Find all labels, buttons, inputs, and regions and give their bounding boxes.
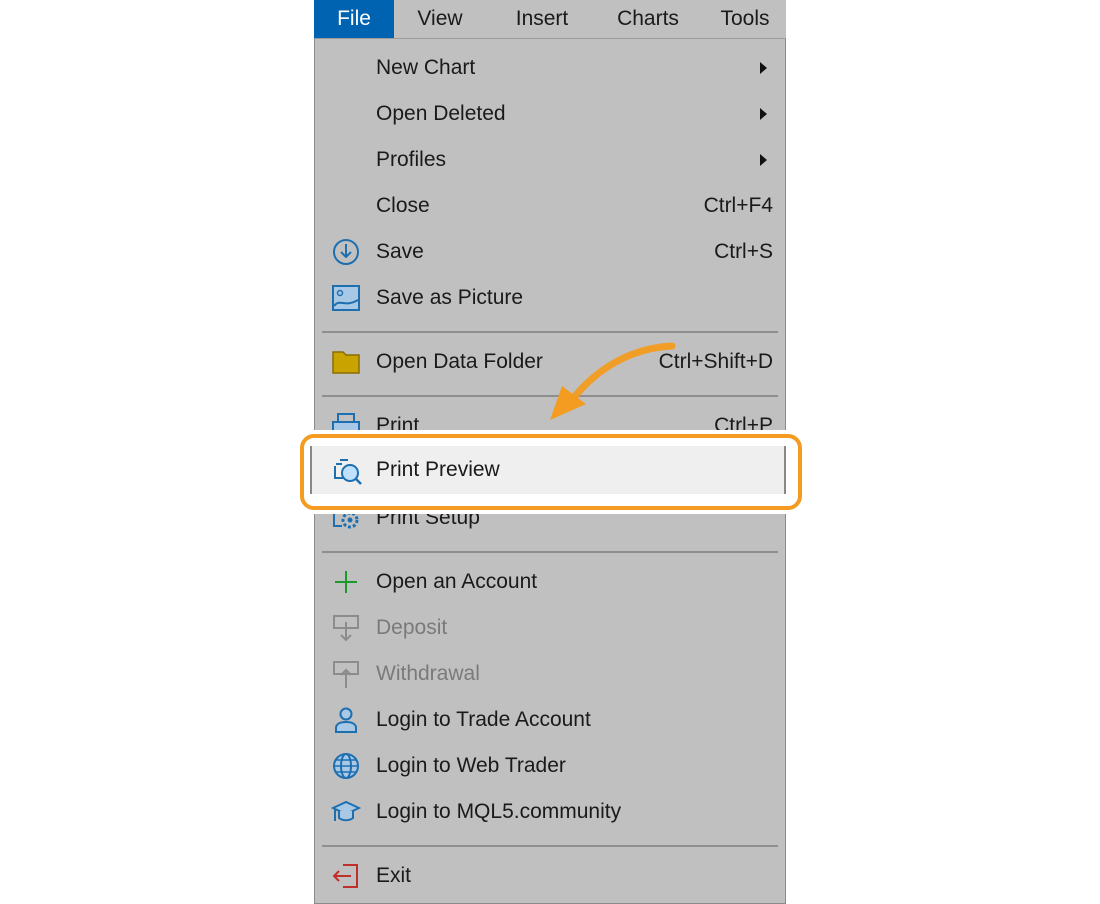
picture-icon [331,284,361,312]
menu-item-label: Exit [376,864,412,887]
menubar-item-charts[interactable]: Charts [599,0,697,38]
menu-item-label: Profiles [376,148,447,171]
exit-icon [331,862,361,890]
menu-bar: File View Insert Charts Tools [314,0,786,38]
menu-item-label: Open an Account [376,570,538,593]
menu-item-print-preview[interactable]: Print Preview [310,446,786,494]
menu-item-open-an-account[interactable]: Open an Account [315,559,785,605]
folder-icon [331,348,361,376]
menu-item-new-chart[interactable]: New Chart [315,45,785,91]
menu-item-label: Save as Picture [376,286,524,309]
menu-item-open-deleted[interactable]: Open Deleted [315,91,785,137]
menu-item-deposit[interactable]: Deposit [315,605,785,651]
menu-item-label: Save [376,240,424,263]
shortcut-label: Ctrl+F4 [703,194,773,217]
menu-item-withdrawal[interactable]: Withdrawal [315,651,785,697]
menu-item-label: Print Preview [376,458,500,481]
menu-item-exit[interactable]: Exit [315,853,785,899]
menubar-item-view[interactable]: View [394,0,486,38]
print-preview-icon [332,456,364,486]
menu-item-login-to-trade-account[interactable]: Login to Trade Account [315,697,785,743]
menu-item-label: Login to MQL5.community [376,800,622,823]
menu-item-label: New Chart [376,56,476,79]
menu-item-label: Login to Trade Account [376,708,591,731]
menu-separator [322,395,778,397]
menu-item-profiles[interactable]: Profiles [315,137,785,183]
menu-separator [322,331,778,333]
deposit-icon [331,614,361,642]
menubar-item-insert[interactable]: Insert [492,0,592,38]
shortcut-label: Ctrl+S [714,240,773,263]
menu-item-label: Open Deleted [376,102,506,125]
submenu-arrow-icon [760,108,767,120]
menubar-item-file[interactable]: File [314,0,394,38]
menu-item-label: Open Data Folder [376,350,543,373]
menu-item-label: Deposit [376,616,448,639]
menu-item-login-to-mql5-community[interactable]: Login to MQL5.community [315,789,785,835]
withdrawal-icon [331,660,361,688]
shortcut-label: Ctrl+Shift+D [658,350,773,373]
menu-item-close[interactable]: Close Ctrl+F4 [315,183,785,229]
submenu-arrow-icon [760,62,767,74]
save-icon [331,238,361,266]
menu-item-label: Close [376,194,430,217]
menu-item-label: Login to Web Trader [376,754,566,777]
menu-separator [322,551,778,553]
graduation-cap-icon [330,798,362,826]
menu-separator [322,845,778,847]
menu-item-label: Withdrawal [376,662,480,685]
user-icon [331,706,361,734]
plus-icon [331,568,361,596]
globe-icon [331,752,361,780]
menu-item-save-as-picture[interactable]: Save as Picture [315,275,785,321]
menu-item-login-to-web-trader[interactable]: Login to Web Trader [315,743,785,789]
menu-item-save[interactable]: Save Ctrl+S [315,229,785,275]
submenu-arrow-icon [760,154,767,166]
menubar-item-tools[interactable]: Tools [704,0,786,38]
menu-item-open-data-folder[interactable]: Open Data Folder Ctrl+Shift+D [315,339,785,385]
